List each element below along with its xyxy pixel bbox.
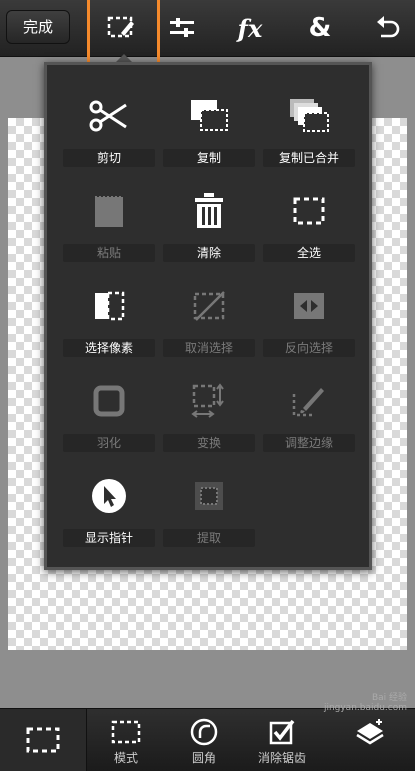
menu-item-deselect[interactable]: 取消选择 <box>159 269 259 364</box>
transform-icon <box>184 376 234 426</box>
round-corner-button[interactable]: 圆角 <box>164 709 244 771</box>
checkbox-checked-icon <box>267 719 297 745</box>
scissors-icon <box>84 91 134 141</box>
menu-item-clear[interactable]: 清除 <box>159 174 259 269</box>
menu-item-label: 反向选择 <box>263 339 355 357</box>
adjustments-icon[interactable] <box>160 8 204 48</box>
paste-icon <box>84 186 134 236</box>
watermark-line-2: jingyan.baidu.com <box>323 703 407 713</box>
select-all-icon <box>284 186 334 236</box>
menu-item-transform[interactable]: 变换 <box>159 364 259 459</box>
menu-item-copy[interactable]: 复制 <box>159 79 259 174</box>
layer-blend-icon[interactable]: & <box>298 8 342 48</box>
menu-item-invert-selection[interactable]: 反向选择 <box>259 269 359 364</box>
layers-icon <box>355 719 385 745</box>
copy-merged-icon <box>284 91 334 141</box>
menu-item-label: 显示指针 <box>63 529 155 547</box>
marquee-mode-icon <box>111 719 141 745</box>
menu-item-extract[interactable]: 提取 <box>159 459 259 554</box>
menu-item-refine-edge[interactable]: 调整边缘 <box>259 364 359 459</box>
marquee-icon <box>26 727 60 753</box>
menu-item-label: 羽化 <box>63 434 155 452</box>
watermark: Bai 经验 jingyan.baidu.com <box>324 690 407 713</box>
fx-icon[interactable]: fx <box>228 8 272 48</box>
menu-item-label: 取消选择 <box>163 339 255 357</box>
menu-item-copy-merged[interactable]: 复制已合并 <box>259 79 359 174</box>
menu-item-label: 复制已合并 <box>263 149 355 167</box>
menu-item-select-pixels[interactable]: 选择像素 <box>59 269 159 364</box>
antialias-button[interactable]: 消除锯齿 <box>242 709 322 771</box>
round-corner-icon <box>189 718 219 746</box>
copy-icon <box>184 91 234 141</box>
menu-item-show-pointer[interactable]: 显示指针 <box>59 459 159 554</box>
menu-item-label: 全选 <box>263 244 355 262</box>
menu-item-feather[interactable]: 羽化 <box>59 364 159 459</box>
mode-label: 模式 <box>113 751 138 765</box>
menu-item-paste[interactable]: 粘贴 <box>59 174 159 269</box>
layers-button[interactable] <box>330 709 410 771</box>
trash-icon <box>184 186 234 236</box>
invert-selection-icon <box>284 281 334 331</box>
antialias-label: 消除锯齿 <box>257 751 306 765</box>
menu-item-cut[interactable]: 剪切 <box>59 79 159 174</box>
menu-item-label: 复制 <box>163 149 255 167</box>
refine-edge-icon <box>284 376 334 426</box>
menu-item-label: 变换 <box>163 434 255 452</box>
fx-label: fx <box>237 13 263 43</box>
selection-mode-button[interactable] <box>0 709 87 771</box>
menu-item-label: 调整边缘 <box>263 434 355 452</box>
show-pointer-icon <box>84 471 134 521</box>
undo-icon[interactable] <box>366 8 410 48</box>
select-pixels-icon <box>84 281 134 331</box>
menu-item-label: 提取 <box>163 529 255 547</box>
mode-button[interactable]: 模式 <box>86 709 166 771</box>
menu-item-label: 剪切 <box>63 149 155 167</box>
done-button[interactable]: 完成 <box>6 10 70 44</box>
menu-item-select-all[interactable]: 全选 <box>259 174 359 269</box>
selection-tool-icon[interactable] <box>100 8 144 48</box>
menu-item-label: 清除 <box>163 244 255 262</box>
menu-item-label: 粘贴 <box>63 244 155 262</box>
watermark-line-1: Bai 经验 <box>371 693 407 703</box>
top-toolbar: 完成 fx & <box>0 0 415 72</box>
selection-menu-popup: 剪切 复制 复制已合并 粘贴 清除 全选 选择像素 取消选择 反向选择 羽化 变… <box>44 62 372 570</box>
round-corner-label: 圆角 <box>191 751 216 765</box>
amp-label: & <box>308 13 332 43</box>
extract-icon <box>184 471 234 521</box>
feather-icon <box>84 376 134 426</box>
bottom-toolbar: 模式 圆角 消除锯齿 <box>0 708 415 771</box>
deselect-icon <box>184 281 234 331</box>
menu-grid: 剪切 复制 复制已合并 粘贴 清除 全选 选择像素 取消选择 反向选择 羽化 变… <box>59 79 359 554</box>
menu-item-label: 选择像素 <box>63 339 155 357</box>
